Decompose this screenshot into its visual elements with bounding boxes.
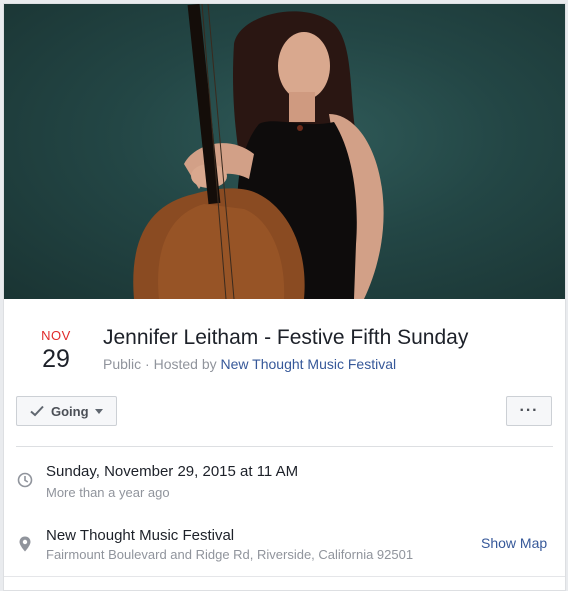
event-date-day: 29: [42, 345, 70, 373]
event-privacy: Public: [103, 356, 142, 372]
going-button[interactable]: Going: [16, 396, 117, 426]
event-datetime: Sunday, November 29, 2015 at 11 AM: [46, 463, 299, 480]
event-address: Fairmount Boulevard and Ridge Rd, Rivers…: [46, 547, 414, 562]
divider: [16, 446, 553, 447]
event-date-month: NOV: [41, 328, 71, 343]
show-map-link[interactable]: Show Map: [481, 535, 547, 551]
hosted-by-prefix: · Hosted by: [141, 356, 221, 372]
event-cover-photo[interactable]: [4, 4, 565, 299]
cover-illustration: [133, 4, 384, 299]
event-relative-time: More than a year ago: [46, 485, 170, 500]
clock-icon: [17, 472, 33, 488]
more-options-button[interactable]: ···: [506, 396, 552, 426]
event-title[interactable]: Jennifer Leitham - Festive Fifth Sunday: [103, 326, 468, 350]
check-icon: [30, 405, 44, 417]
host-link[interactable]: New Thought Music Festival: [221, 356, 397, 372]
going-label: Going: [51, 403, 89, 419]
map-pin-icon: [19, 536, 31, 552]
bottom-divider: [4, 576, 565, 577]
event-card: NOV 29 Jennifer Leitham - Festive Fifth …: [3, 3, 566, 591]
event-venue[interactable]: New Thought Music Festival: [46, 527, 234, 544]
caret-down-icon: [94, 408, 103, 414]
event-subtitle: Public · Hosted by New Thought Music Fes…: [103, 356, 396, 372]
